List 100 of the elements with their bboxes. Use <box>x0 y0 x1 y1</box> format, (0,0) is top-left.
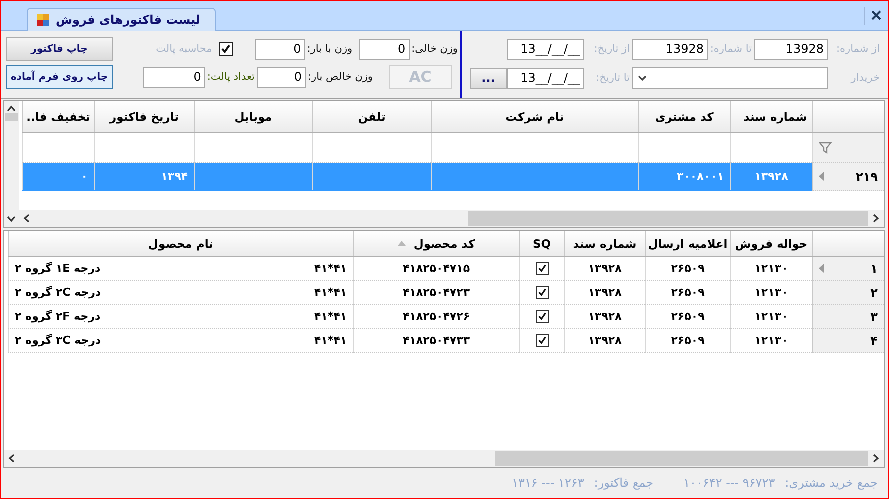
window-icon <box>36 13 50 27</box>
total-value: ۱۲۶۳ --- ۱۳۱۶ <box>512 476 584 490</box>
chevron-up-icon[interactable] <box>7 105 16 113</box>
table-cell: ۱۳۹۲۸ <box>564 305 645 329</box>
sort-icon <box>398 241 406 246</box>
chevron-left-icon[interactable] <box>23 214 31 223</box>
input-field[interactable]: 13928 <box>632 38 708 60</box>
input-field[interactable]: 0 <box>255 38 306 60</box>
product-size: ۴۱*۴۱ <box>314 286 347 299</box>
table-cell: ۱۲۱۳۰ <box>730 329 812 353</box>
field-label: از تاریخ: <box>593 43 631 55</box>
product-grade: درجه ۲F گروه ۲ <box>15 310 101 323</box>
chevron-right-icon[interactable] <box>872 454 880 463</box>
column-header[interactable]: کد مشتری <box>638 101 730 133</box>
checkbox[interactable] <box>536 310 548 323</box>
column-header[interactable]: نام شرکت <box>431 101 638 133</box>
table-cell: ۴۱۸۲۵۰۴۷۳۳ <box>353 329 519 353</box>
scrollbar-thumb[interactable] <box>5 113 18 121</box>
table-cell: ۱۳۹۲۸ <box>730 163 812 191</box>
field-label: محاسبه پالت <box>155 43 214 55</box>
row-header[interactable]: ۱ <box>812 257 884 281</box>
row-number: ۴ <box>870 334 878 348</box>
field-label: از شماره: <box>835 43 881 55</box>
field-label: وزن با بار: <box>306 43 354 55</box>
product-size: ۴۱*۴۱ <box>314 310 347 323</box>
input-field[interactable]: 13__/__/__ <box>507 38 584 60</box>
field-label: تا تاریخ: <box>595 72 631 84</box>
table-cell: ۴۱۸۲۵۰۴۷۲۳ <box>353 281 519 305</box>
scrollbar-thumb[interactable] <box>468 211 868 226</box>
column-header <box>812 101 884 133</box>
total-label: جمع خرید مشتری: <box>785 476 878 490</box>
print-button[interactable]: چاپ روی فرم آماده <box>6 65 113 89</box>
checkbox[interactable] <box>536 262 548 275</box>
column-header[interactable]: شماره سند <box>730 101 812 133</box>
table-cell: ۲۶۵۰۹ <box>645 281 730 305</box>
window-tab[interactable]: لیست فاکتورهای فروش <box>27 8 216 31</box>
print-button[interactable]: چاپ فاکتور <box>6 37 113 61</box>
table-cell: ۴۱۸۲۵۰۴۷۲۶ <box>353 305 519 329</box>
horizontal-scrollbar[interactable] <box>19 210 884 227</box>
table-cell: ۳۰۰۸۰۰۱ <box>638 163 730 191</box>
field-label: تعداد پالت: <box>206 71 256 83</box>
column-header <box>812 231 884 257</box>
table-cell: ۱۳۹۲۸ <box>564 329 645 353</box>
column-header[interactable]: تلفن <box>312 101 431 133</box>
row-number: ۱ <box>870 262 878 276</box>
total-value: ۹۶۷۲۳ --- ۱۰۰۶۴۲ <box>684 476 776 490</box>
field-label: وزن خالی: <box>410 43 459 55</box>
table-cell: ۲۶۵۰۹ <box>645 305 730 329</box>
row-number: ۲۱۹ <box>856 170 878 184</box>
row-header[interactable]: ۲ <box>812 281 884 305</box>
row-header[interactable]: ۲۱۹ <box>812 163 884 191</box>
table-cell: ۰ <box>22 163 94 191</box>
table-cell: ۱۳۹۴ <box>94 163 194 191</box>
field-label: خریدار <box>850 72 881 84</box>
product-grade: درجه ۱E گروه ۲ <box>15 262 101 275</box>
input-field[interactable]: 13__/__/__ <box>507 68 584 88</box>
field-label: وزن خالص بار: <box>306 71 374 83</box>
browse-button[interactable]: ... <box>470 68 507 88</box>
table-cell: ۱۲۱۳۰ <box>730 281 812 305</box>
table-cell: ۲۶۵۰۹ <box>645 257 730 281</box>
product-size: ۴۱*۴۱ <box>314 334 347 347</box>
input-field[interactable]: 0 <box>358 38 410 60</box>
chevron-left-icon[interactable] <box>8 454 16 463</box>
table-cell: ۲۶۵۰۹ <box>645 329 730 353</box>
table-cell: ۱۲۱۳۰ <box>730 305 812 329</box>
column-header[interactable]: نام محصول <box>8 231 353 257</box>
vertical-scrollbar[interactable] <box>4 101 19 227</box>
table-cell: ۱۲۱۳۰ <box>730 257 812 281</box>
checkbox[interactable] <box>536 334 548 347</box>
checkbox[interactable] <box>536 286 548 299</box>
horizontal-scrollbar[interactable] <box>4 450 884 467</box>
product-grade: درجه ۳C گروه ۲ <box>15 334 102 347</box>
row-header[interactable]: ۴ <box>812 329 884 353</box>
column-header[interactable]: اعلامیه ارسال <box>645 231 730 257</box>
row-header[interactable]: ۳ <box>812 305 884 329</box>
input-field[interactable]: 0 <box>143 66 206 88</box>
buyer-dropdown[interactable] <box>632 67 828 89</box>
chevron-down-icon[interactable] <box>7 215 16 223</box>
input-field[interactable]: 13928 <box>754 38 828 60</box>
row-number: ۳ <box>870 310 878 324</box>
row-number: ۲ <box>870 286 878 300</box>
table-cell: ۱۳۹۲۸ <box>564 281 645 305</box>
chevron-right-icon[interactable] <box>872 214 880 223</box>
product-size: ۴۱*۴۱ <box>314 262 347 275</box>
column-header[interactable]: حواله فروش <box>730 231 812 257</box>
chevron-down-icon <box>638 74 647 82</box>
input-field[interactable]: 0 <box>256 66 306 88</box>
close-icon[interactable] <box>871 10 882 21</box>
column-header[interactable]: شماره سند <box>564 231 645 257</box>
column-header[interactable]: کد محصول <box>353 231 519 257</box>
column-header[interactable]: تخفیف فا.. <box>22 101 94 133</box>
table-cell: ۱۳۹۲۸ <box>564 257 645 281</box>
filter-icon[interactable] <box>819 142 832 154</box>
column-header[interactable]: موبایل <box>194 101 312 133</box>
field-label: تا شماره: <box>709 43 753 55</box>
product-grade: درجه ۲C گروه ۲ <box>15 286 102 299</box>
scrollbar-thumb[interactable] <box>494 451 868 466</box>
column-header[interactable]: تاریخ فاکتور <box>94 101 194 133</box>
column-header[interactable]: SQ <box>519 231 564 257</box>
table-cell: ۴۱۸۲۵۰۴۷۱۵ <box>353 257 519 281</box>
